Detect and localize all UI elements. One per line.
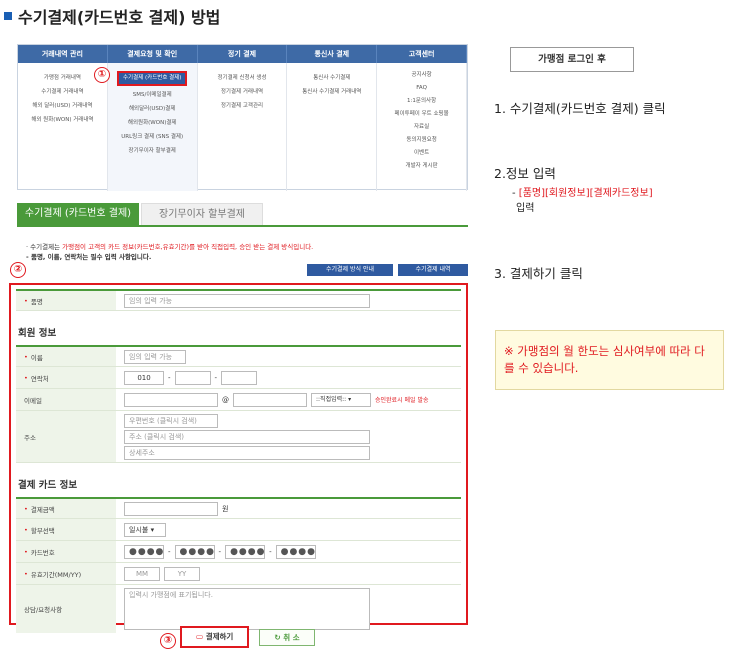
login-label: 가맹점 로그인 후 (510, 47, 634, 72)
form-actions: ▭ 결제하기 ↻ 취 소 (180, 626, 315, 648)
card-icon: ▭ (196, 632, 204, 641)
row-email: 이메일 @ ::직접입력:: ▾ 승인완료시 메일 발송 (16, 389, 461, 411)
row-installment: • 할부선택 일시불 ▾ (16, 519, 461, 541)
installment-select[interactable]: 일시불 ▾ (124, 522, 166, 537)
menu-column-telecom: 통신사 수기결제 통신사 수기결제 거래내역 (287, 63, 378, 191)
row-card-number: • 카드번호 ●●●● - ●●●● - ●●●● - ●●●● (16, 541, 461, 563)
row-name: • 이름 임의 입력 가능 (16, 345, 461, 367)
page-title: 수기결제(카드번호 결제) 방법 (4, 4, 220, 28)
memo-textarea[interactable]: 입력시 가맹점에 표기됩니다. (124, 588, 370, 630)
notice-text: · 수기결제는 가맹점이 고객의 카드 정보(카드번호,유효기간)를 받아 직접… (26, 243, 314, 261)
phone-prefix-input[interactable]: 010 (124, 370, 164, 385)
row-product: • 품명 임의 입력 가능 (16, 289, 461, 311)
menu-item[interactable]: FAQ (377, 82, 466, 95)
address-input[interactable]: 주소 (클릭시 검색) (124, 429, 370, 444)
row-phone: • 연락처 010 - - (16, 367, 461, 389)
bullet-square-icon (4, 12, 12, 20)
menu-header-recurring[interactable]: 정기 결제 (198, 45, 288, 63)
tab-installment[interactable]: 장기무이자 할부결제 (141, 203, 263, 225)
payment-form: • 품명 임의 입력 가능 회원 정보 • 이름 임의 입력 가능 • 연락처 010… (9, 283, 468, 633)
expiry-year-input[interactable]: YY (164, 566, 200, 581)
menu-item[interactable]: 해외원화(WON)결제 (108, 116, 197, 130)
phone-last-input[interactable] (221, 370, 258, 385)
address-detail-input[interactable]: 상세주소 (124, 445, 370, 460)
step-marker-3: ③ (160, 633, 176, 649)
guide-method-button[interactable]: 수기결제 방식 안내 (307, 264, 393, 276)
menu-column-recurring: 정기결제 신청서 생성 정기결제 거래내역 정기결제 고객관리 (198, 63, 288, 191)
card-number-input-4[interactable]: ●●●● (275, 544, 316, 559)
menu-column-transactions: 가맹점 거래내역 수기결제 거래내역 해외 달러(USD) 거래내역 해외 원화… (18, 63, 108, 191)
menu-item[interactable]: 페이투페이 우트 쇼핑몰 (377, 108, 466, 121)
menu-column-payment: 수기결제 (카드번호 결제) SMS/이메일결제 해외달러(USD)결제 해외원… (107, 63, 198, 191)
step-1-text: 1. 수기결제(카드번호 결제) 클릭 (494, 101, 666, 116)
phone-middle-input[interactable] (174, 370, 211, 385)
step-3-text: 3. 결제하기 클릭 (494, 266, 583, 281)
menu-item[interactable]: 장기무이자 할부결제 (108, 144, 197, 158)
tab-bar: 수기결제 (카드번호 결제) 장기무이자 할부결제 (17, 203, 468, 227)
zipcode-input[interactable]: 우편번호 (클릭시 검색) (124, 413, 218, 428)
menu-item[interactable]: 이벤트 (377, 147, 466, 160)
menu-item[interactable]: SMS/이메일결제 (108, 88, 197, 102)
menu-item[interactable]: 정기결제 신청서 생성 (198, 71, 287, 85)
card-number-input-2[interactable]: ●●●● (174, 544, 215, 559)
menu-item[interactable]: 1:1문의사항 (377, 95, 466, 108)
tab-manual-payment[interactable]: 수기결제 (카드번호 결제) (17, 203, 139, 225)
email-domain-input[interactable] (233, 392, 307, 407)
refresh-icon: ↻ (274, 633, 281, 642)
pay-button[interactable]: ▭ 결제하기 (180, 626, 250, 648)
menu-item[interactable]: 정기결제 고객관리 (198, 99, 287, 113)
chevron-down-icon: ▾ (348, 395, 352, 403)
chevron-down-icon: ▾ (150, 525, 155, 534)
row-expiry: • 유효기간(MM/YY) MM YY (16, 563, 461, 585)
menu-item[interactable]: 통신사 수기결제 (287, 71, 376, 85)
email-domain-select[interactable]: ::직접입력:: ▾ (311, 392, 371, 407)
menu-item[interactable]: 해외달러(USD)결제 (108, 102, 197, 116)
step-2-detail: - [품명][회원정보][결제카드정보] 입력 (512, 188, 653, 214)
email-id-input[interactable] (124, 392, 218, 407)
menu-item[interactable]: 해외 원화(WON) 거래내역 (18, 113, 107, 127)
menu-item[interactable]: URL링크 결제 (SNS 결제) (108, 130, 197, 144)
menu-column-support: 공지사항 FAQ 1:1문의사항 페이투페이 우트 쇼핑몰 자료실 동의지원요청… (377, 63, 467, 191)
menu-item[interactable]: 수기결제 거래내역 (18, 85, 107, 99)
menu-header-payment[interactable]: 결제요청 및 확인 (108, 45, 198, 63)
step-marker-1: ① (94, 67, 110, 83)
limit-notice: ※ 가맹점의 월 한도는 심사여부에 따라 다를 수 있습니다. (495, 330, 724, 390)
mega-menu: 거래내역 관리 결제요청 및 확인 정기 결제 통신사 결제 고객센터 가맹점 … (17, 44, 468, 191)
menu-header-row: 거래내역 관리 결제요청 및 확인 정기 결제 통신사 결제 고객센터 (18, 45, 467, 63)
step-marker-2: ② (10, 262, 26, 278)
card-number-input-3[interactable]: ●●●● (225, 544, 266, 559)
menu-item[interactable]: 통신사 수기결제 거래내역 (287, 85, 376, 99)
menu-item[interactable]: 정기결제 거래내역 (198, 85, 287, 99)
menu-item[interactable]: 자료실 (377, 121, 466, 134)
product-input[interactable]: 임의 입력 가능 (124, 293, 370, 308)
menu-item[interactable]: 해외 달러(USD) 거래내역 (18, 99, 107, 113)
cancel-button[interactable]: ↻ 취 소 (259, 629, 315, 646)
amount-input[interactable] (124, 501, 218, 516)
step-2-text: 2.정보 입력 (494, 166, 556, 181)
card-section-title: 결제 카드 정보 (18, 480, 78, 491)
menu-item[interactable]: 동의지원요청 (377, 134, 466, 147)
menu-header-transactions[interactable]: 거래내역 관리 (18, 45, 108, 63)
name-input[interactable]: 임의 입력 가능 (124, 349, 186, 364)
member-section-title: 회원 정보 (18, 328, 57, 339)
menu-item[interactable]: 개발자 게시판 (377, 160, 466, 173)
menu-header-telecom[interactable]: 통신사 결제 (287, 45, 378, 63)
row-address: 주소 우편번호 (클릭시 검색) 주소 (클릭시 검색) 상세주소 (16, 411, 461, 463)
expiry-month-input[interactable]: MM (124, 566, 160, 581)
row-amount: • 결제금액 원 (16, 497, 461, 519)
menu-header-support[interactable]: 고객센터 (377, 45, 467, 63)
history-button[interactable]: 수기결제 내역 (398, 264, 468, 276)
menu-item[interactable]: 공지사항 (377, 69, 466, 82)
card-number-input-1[interactable]: ●●●● (124, 544, 164, 559)
menu-item-manual-payment[interactable]: 수기결제 (카드번호 결제) (117, 71, 188, 86)
